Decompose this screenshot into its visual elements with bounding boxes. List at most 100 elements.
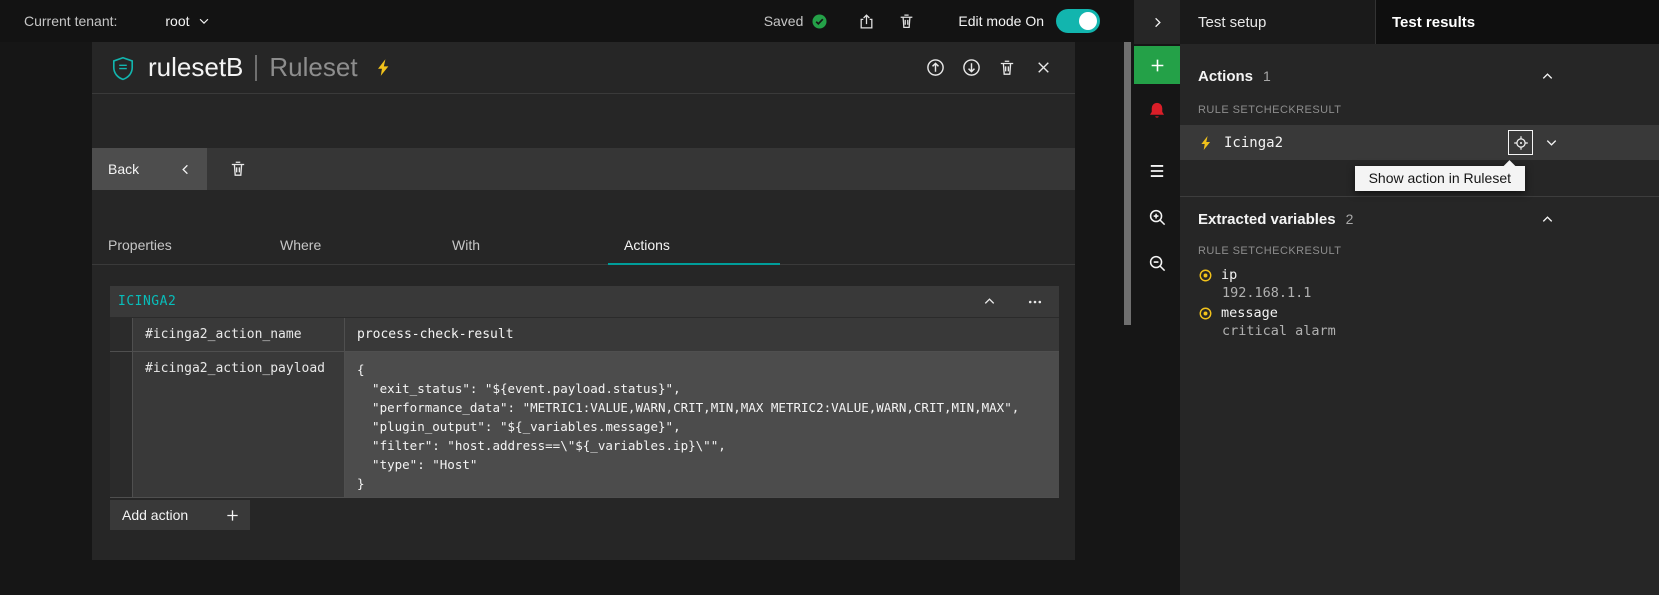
add-action-button[interactable]: Add action (110, 500, 250, 530)
rows-view-button[interactable] (1134, 152, 1180, 190)
section-count: 2 (1346, 211, 1354, 227)
trash-icon (229, 160, 247, 178)
overflow-menu-button[interactable] (1023, 290, 1047, 314)
panel-divider (1180, 196, 1659, 197)
page-title: rulesetB (148, 52, 243, 83)
notifications-button[interactable] (1134, 92, 1180, 130)
row-gutter (110, 352, 133, 497)
action-group-header: ICINGA2 (110, 286, 1059, 318)
show-action-tooltip: Show action in Ruleset (1355, 166, 1525, 191)
field-row-action-payload[interactable]: #icinga2_action_payload { "exit_status":… (110, 352, 1059, 498)
variable-value: 192.168.1.1 (1222, 285, 1643, 301)
test-results-body: Actions 1 RULE SETCHECKRESULT Icinga2 (1180, 44, 1659, 595)
rule-name-label: RULE SETCHECKRESULT (1198, 245, 1659, 257)
tab-properties[interactable]: Properties (92, 226, 264, 265)
tab-actions[interactable]: Actions (608, 226, 780, 265)
action-editor: ICINGA2 (110, 286, 1059, 530)
ruleset-shield-icon (110, 55, 136, 81)
variable-head: message (1198, 305, 1643, 321)
saved-status: Saved (764, 13, 829, 30)
tab-with[interactable]: With (436, 226, 608, 265)
variable-name: ip (1221, 267, 1237, 283)
tenant-value: root (165, 13, 189, 29)
delete-ruleset-button[interactable] (989, 50, 1025, 86)
rule-name-label: RULE SETCHECKRESULT (1198, 104, 1659, 116)
chevron-down-icon (197, 14, 211, 28)
field-value[interactable]: process-check-result (345, 318, 1059, 351)
tab-where[interactable]: Where (264, 226, 436, 265)
download-button[interactable] (953, 50, 989, 86)
lightning-bolt-icon (1198, 135, 1214, 151)
main-column: Current tenant: root Saved (0, 0, 1134, 595)
delete-selected-button[interactable] (221, 152, 255, 186)
action-group-title: ICINGA2 (118, 294, 176, 309)
close-button[interactable] (1025, 50, 1061, 86)
plus-icon (1149, 57, 1166, 74)
tab-test-setup[interactable]: Test setup (1180, 0, 1376, 44)
side-rail (1134, 0, 1180, 595)
bell-icon (1147, 101, 1167, 121)
ruleset-card-header: rulesetB Ruleset (92, 42, 1075, 94)
tenant-label: Current tenant: (24, 13, 117, 29)
toggle-knob (1079, 12, 1097, 30)
action-group-controls (977, 290, 1047, 314)
show-action-button[interactable] (1508, 130, 1533, 155)
action-item-row[interactable]: Icinga2 (1180, 125, 1659, 160)
trash-icon (898, 13, 915, 30)
chevron-right-icon (1150, 15, 1165, 30)
editor-toolbar: Back (92, 148, 1075, 190)
edit-mode-toggle[interactable] (1056, 9, 1100, 33)
actions-section-header[interactable]: Actions 1 (1180, 62, 1659, 90)
chevron-left-icon (178, 162, 193, 177)
variable-item: message critical alarm (1180, 305, 1659, 339)
field-row-action-name[interactable]: #icinga2_action_name process-check-resul… (110, 318, 1059, 352)
collapse-panel-button[interactable] (1134, 0, 1180, 44)
add-action-label: Add action (122, 507, 188, 523)
checkmark-filled-icon (811, 13, 828, 30)
app-root: Current tenant: root Saved (0, 0, 1659, 595)
rail-add-button[interactable] (1134, 46, 1180, 84)
ruleset-tabs: Properties Where With Actions (92, 226, 1075, 265)
export-button[interactable] (850, 5, 882, 37)
chevron-up-icon[interactable] (1540, 212, 1555, 227)
section-title: Actions (1198, 68, 1253, 85)
download-cloud-icon (962, 58, 981, 77)
delete-button-topbar[interactable] (890, 5, 922, 37)
trash-icon (998, 59, 1016, 77)
variable-dot-icon (1198, 268, 1213, 283)
section-count: 1 (1263, 68, 1271, 84)
rows-icon (1148, 162, 1166, 180)
zoom-in-button[interactable] (1134, 198, 1180, 236)
vertical-scrollbar[interactable] (1124, 42, 1131, 325)
back-button[interactable]: Back (92, 148, 207, 190)
export-icon (858, 13, 875, 30)
tab-test-results[interactable]: Test results (1376, 0, 1659, 44)
close-icon (1035, 59, 1052, 76)
title-divider (255, 55, 257, 81)
edit-mode-label: Edit mode On (958, 13, 1044, 29)
payload-code[interactable]: { "exit_status": "${event.payload.status… (357, 360, 1047, 493)
lightning-bolt-icon (374, 58, 393, 77)
chevron-up-icon (982, 294, 997, 309)
upload-cloud-icon (926, 58, 945, 77)
variables-section-header[interactable]: Extracted variables 2 (1180, 205, 1659, 233)
chevron-up-icon[interactable] (1540, 69, 1555, 84)
chevron-down-icon[interactable] (1544, 135, 1559, 150)
zoom-out-button[interactable] (1134, 244, 1180, 282)
tenant-dropdown[interactable]: root (165, 13, 210, 29)
row-gutter (110, 318, 133, 351)
upload-button[interactable] (917, 50, 953, 86)
zoom-out-icon (1148, 254, 1167, 273)
ruleset-card: rulesetB Ruleset (92, 42, 1075, 560)
collapse-group-button[interactable] (977, 290, 1001, 314)
test-panel-tabs: Test setup Test results (1180, 0, 1659, 44)
saved-label: Saved (764, 13, 804, 29)
card-header-actions (917, 50, 1061, 86)
crosshair-icon (1513, 135, 1529, 151)
main-content: rulesetB Ruleset (0, 42, 1134, 595)
field-value[interactable]: { "exit_status": "${event.payload.status… (345, 352, 1059, 497)
section-title: Extracted variables (1198, 211, 1336, 228)
variable-head: ip (1198, 267, 1643, 283)
zoom-in-icon (1148, 208, 1167, 227)
variable-name: message (1221, 305, 1278, 321)
